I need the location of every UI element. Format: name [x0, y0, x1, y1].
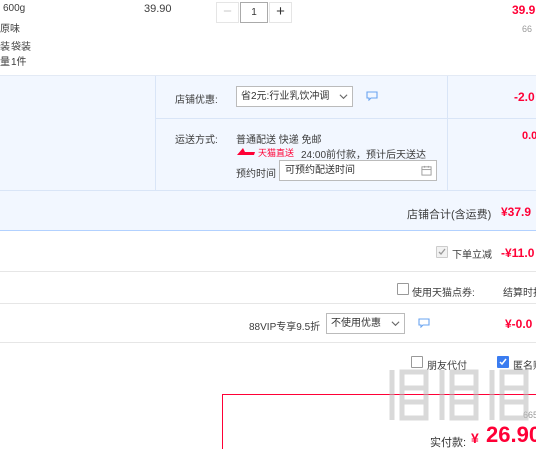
tmall-points-checkbox[interactable]	[397, 283, 409, 295]
divider	[155, 76, 156, 190]
product-flavor: 原味	[0, 24, 20, 35]
instant-discount-label: 下单立减	[452, 250, 492, 261]
product-count-label: 量	[0, 57, 10, 68]
vip-discount-label: 88VIP专享9.5折	[249, 322, 321, 333]
watermark-logo	[389, 369, 529, 421]
chevron-down-icon	[391, 321, 400, 327]
tmall-points-label: 使用天猫点券:	[412, 288, 475, 299]
reserve-time-input[interactable]: 可预约配送时间	[279, 160, 437, 181]
shipping-label: 运送方式:	[175, 135, 218, 146]
shop-promo-label: 店铺优惠:	[175, 95, 218, 106]
increase-quantity-button[interactable]: +	[269, 2, 292, 23]
divider	[0, 190, 536, 191]
instant-discount-value: -¥11.0	[501, 246, 535, 260]
divider	[0, 342, 536, 343]
vip-discount-select-value: 不使用优惠	[331, 318, 381, 329]
tmall-direct-badge: 天猫直送	[236, 146, 296, 158]
product-packaging-value: 袋装	[11, 42, 31, 53]
quantity-input[interactable]: 1	[240, 2, 268, 23]
product-total: 39.9	[512, 3, 536, 17]
shop-total-value: ¥37.9	[501, 205, 532, 219]
shop-total-label: 店铺合计(含运费)	[407, 209, 492, 221]
shipping-method: 普通配送 快递 免邮	[236, 135, 322, 146]
divider	[447, 76, 448, 190]
instant-discount-checkbox[interactable]	[436, 246, 448, 258]
vip-discount-value: ¥-0.0	[505, 317, 533, 331]
tmall-direct-label: 天猫直送	[258, 148, 295, 158]
product-sub-number: 66	[522, 24, 533, 34]
reserve-time-placeholder: 可预约配送时间	[285, 165, 355, 176]
product-row: 600g 原味 装 袋装 量 1件 39.90 − 1 + 39.9 66	[0, 0, 536, 74]
unit-price: 39.90	[144, 3, 172, 15]
product-packaging-label: 装	[0, 42, 10, 53]
shop-promo-discount: -2.0	[514, 90, 535, 104]
chevron-down-icon	[339, 94, 348, 100]
calendar-icon[interactable]	[421, 165, 432, 176]
shop-promo-select-value: 省2元:行业乳饮冲调	[241, 91, 330, 102]
tmall-icon	[237, 148, 255, 155]
chat-icon[interactable]	[366, 91, 378, 101]
decrease-quantity-button[interactable]: −	[216, 2, 239, 23]
chat-icon[interactable]	[418, 318, 430, 328]
delivery-note: 24:00前付款，预计后天送达	[301, 150, 427, 161]
watermark	[380, 360, 536, 449]
divider	[0, 303, 536, 304]
tmall-points-note: 结算时扣	[503, 288, 536, 299]
shop-promo-select[interactable]: 省2元:行业乳饮冲调	[236, 86, 353, 107]
quantity-stepper[interactable]: − 1 +	[216, 2, 292, 23]
reserve-time-label: 预约时间	[236, 169, 276, 180]
check-icon	[438, 248, 446, 255]
shipping-fee: 0.0	[522, 130, 536, 142]
vip-discount-select[interactable]: 不使用优惠	[326, 313, 405, 334]
product-count-value: 1件	[11, 57, 27, 68]
divider	[0, 271, 536, 272]
product-weight: 600g	[3, 3, 26, 14]
divider	[155, 118, 536, 119]
